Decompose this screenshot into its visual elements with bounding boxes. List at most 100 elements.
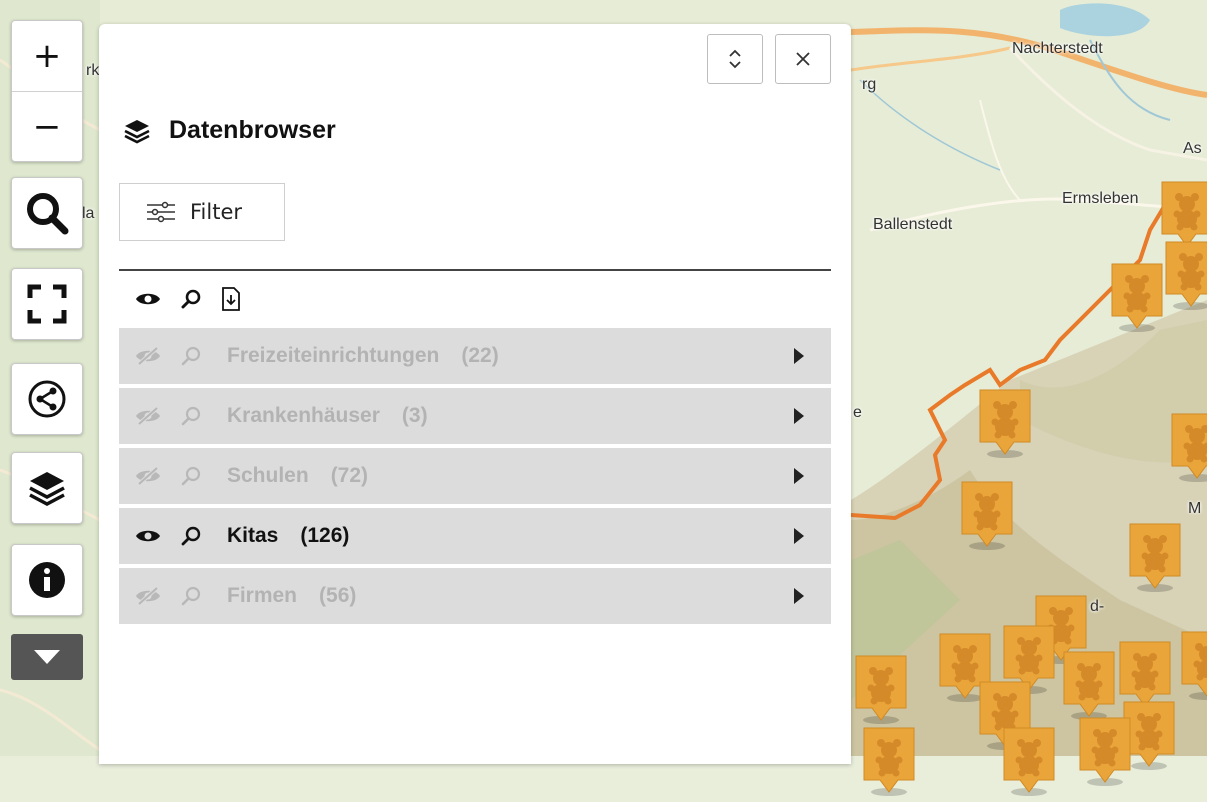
chevron-up-down-icon (726, 46, 744, 72)
info-button[interactable] (11, 544, 83, 616)
collapse-panel-button[interactable] (707, 34, 763, 84)
teddy-bear-icon (852, 654, 910, 726)
map-label-ballenstedt: Ballenstedt (873, 216, 952, 234)
share-icon (27, 379, 67, 419)
filter-label: Filter (190, 200, 242, 224)
caret-right-icon[interactable] (793, 527, 805, 545)
zoom-icon[interactable] (181, 466, 203, 486)
caret-right-icon[interactable] (793, 587, 805, 605)
plus-icon: + (33, 36, 62, 76)
eye-slash-icon[interactable] (135, 466, 165, 486)
zoom-icon[interactable] (181, 346, 203, 366)
toggle-all-visibility-button[interactable] (135, 290, 161, 312)
zoom-icon[interactable] (181, 586, 203, 606)
layer-count: (72) (331, 464, 368, 488)
teddy-bear-icon (1168, 412, 1207, 484)
search-button[interactable] (11, 177, 83, 249)
layer-count: (56) (319, 584, 356, 608)
kita-marker[interactable] (958, 480, 1016, 552)
caret-right-icon[interactable] (793, 347, 805, 365)
layer-name: Kitas (227, 524, 278, 548)
eye-icon (135, 290, 161, 308)
download-button[interactable] (221, 286, 241, 316)
data-browser-panel: Datenbrowser Filter (99, 24, 851, 764)
zoom-out-button[interactable]: − (12, 91, 82, 162)
zoom-to-all-button[interactable] (181, 289, 201, 313)
layer-count: (3) (402, 404, 428, 428)
teddy-bear-icon (976, 388, 1034, 460)
panel-header: Datenbrowser (123, 116, 336, 145)
map-label-fragment: d- (1090, 598, 1104, 616)
kita-marker[interactable] (1060, 650, 1118, 722)
teddy-bear-icon (1000, 726, 1058, 798)
fullscreen-icon (27, 284, 67, 324)
caret-right-icon[interactable] (793, 467, 805, 485)
eye-slash-icon[interactable] (135, 406, 165, 426)
info-icon (27, 560, 67, 600)
map-label-nachterstedt: Nachterstedt (1012, 40, 1103, 58)
kita-marker[interactable] (1000, 726, 1058, 798)
eye-icon[interactable] (135, 526, 165, 546)
layers-icon (27, 468, 67, 508)
layer-name: Firmen (227, 584, 297, 608)
search-icon (24, 190, 70, 236)
kita-marker[interactable] (1178, 630, 1207, 702)
panel-title: Datenbrowser (169, 116, 336, 145)
close-panel-button[interactable] (775, 34, 831, 84)
layer-name: Freizeiteinrichtungen (227, 344, 439, 368)
zoom-icon[interactable] (181, 406, 203, 426)
teddy-bear-icon (1162, 240, 1207, 312)
caret-right-icon[interactable] (793, 407, 805, 425)
layer-count: (126) (300, 524, 349, 548)
layer-row-kitas[interactable]: Kitas (126) (119, 508, 831, 564)
teddy-bear-icon (1076, 716, 1134, 788)
kita-marker[interactable] (976, 388, 1034, 460)
teddy-bear-icon (1178, 630, 1207, 702)
close-icon (794, 50, 812, 68)
kita-marker[interactable] (860, 726, 918, 798)
layer-toolbar (135, 286, 241, 316)
zoom-control: + − (11, 20, 83, 162)
sliders-icon (146, 201, 176, 223)
layer-count: (22) (461, 344, 498, 368)
layer-name: Schulen (227, 464, 309, 488)
map-label-fragment: rg (862, 76, 876, 94)
kita-marker[interactable] (852, 654, 910, 726)
layer-row-krankenhaeuser[interactable]: Krankenhäuser (3) (119, 388, 831, 444)
minus-icon: − (33, 107, 62, 147)
teddy-bear-icon (958, 480, 1016, 552)
map-label-fragment: M (1188, 500, 1201, 518)
kita-marker[interactable] (1162, 240, 1207, 312)
share-button[interactable] (11, 363, 83, 435)
layer-row-firmen[interactable]: Firmen (56) (119, 568, 831, 624)
teddy-bear-icon (1060, 650, 1118, 722)
layers-button[interactable] (11, 452, 83, 524)
expand-controls-button[interactable] (11, 634, 83, 680)
map-label-fragment: As (1183, 140, 1202, 158)
chevron-down-icon (32, 648, 62, 666)
map-label-fragment: e (853, 404, 862, 422)
map-label-ermsleben: Ermsleben (1062, 190, 1138, 208)
teddy-bear-icon (1108, 262, 1166, 334)
eye-slash-icon[interactable] (135, 346, 165, 366)
zoom-icon (181, 289, 201, 309)
layers-icon (123, 118, 151, 144)
map-label-fragment: la (82, 205, 94, 223)
fullscreen-button[interactable] (11, 268, 83, 340)
teddy-bear-icon (1126, 522, 1184, 594)
zoom-in-button[interactable]: + (12, 21, 82, 91)
divider (119, 269, 831, 271)
eye-slash-icon[interactable] (135, 586, 165, 606)
layer-row-schulen[interactable]: Schulen (72) (119, 448, 831, 504)
kita-marker[interactable] (1168, 412, 1207, 484)
kita-marker[interactable] (1126, 522, 1184, 594)
kita-marker[interactable] (1076, 716, 1134, 788)
teddy-bear-icon (860, 726, 918, 798)
map-label-fragment: rk (86, 62, 99, 80)
layer-row-freizeiteinrichtungen[interactable]: Freizeiteinrichtungen (22) (119, 328, 831, 384)
kita-marker[interactable] (1108, 262, 1166, 334)
filter-button[interactable]: Filter (119, 183, 285, 241)
layer-name: Krankenhäuser (227, 404, 380, 428)
download-file-icon (221, 286, 241, 312)
zoom-icon[interactable] (181, 526, 203, 546)
